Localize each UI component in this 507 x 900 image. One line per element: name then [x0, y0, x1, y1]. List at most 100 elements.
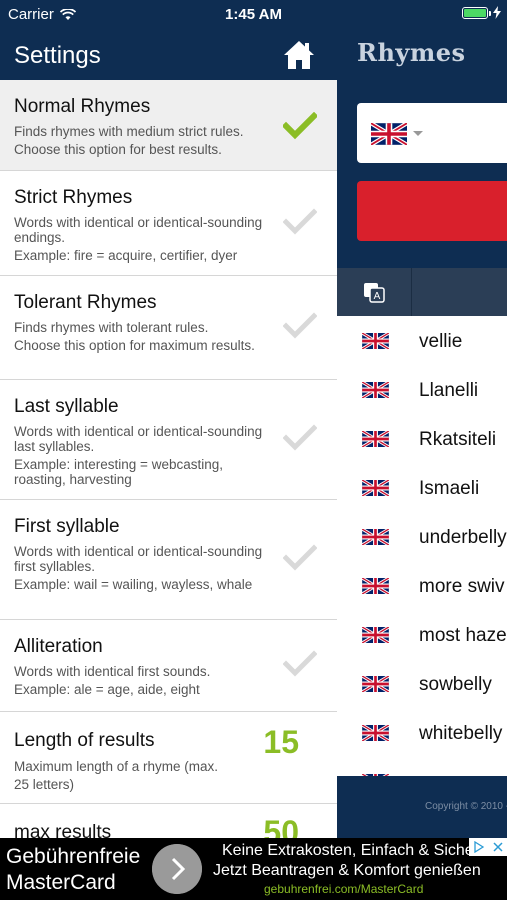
footer: Copyright © 2010 - [337, 776, 507, 838]
result-word: vellie [419, 331, 463, 352]
result-word: most haze [419, 625, 507, 646]
result-row[interactable] [337, 757, 507, 776]
option-extra-text: Example: interesting = webcasting, roast… [14, 457, 223, 487]
ad-text-1: Keine Extrakosten, Einfach & Sicher [222, 842, 480, 859]
rhyme-option-strict-rhymes[interactable]: Strict Rhymes Words with identical or ide… [0, 171, 337, 276]
charging-icon [493, 6, 501, 19]
uk-flag-icon [362, 333, 389, 349]
option-description: Finds rhymes with medium strict rules. Ch… [14, 124, 269, 157]
option-description: Words with identical or identical-soundi… [14, 544, 269, 592]
option-extra-text: Example: ale = age, aide, eight [14, 682, 200, 697]
rhyme-option-alliteration[interactable]: Alliteration Words with identical first s… [0, 620, 337, 712]
result-row[interactable]: whitebelly [337, 708, 507, 757]
option-extra-text: Choose this option for maximum results. [14, 338, 255, 353]
copyright-text: Copyright © 2010 - [425, 801, 507, 812]
settings-header: Settings [0, 28, 337, 80]
option-title: Strict Rhymes [14, 187, 133, 208]
option-extra-text: Choose this option for best results. [14, 142, 222, 157]
ad-text-2: Jetzt Beantragen & Komfort genießen [213, 862, 481, 879]
ad-close-icon[interactable] [492, 842, 503, 852]
checkmark-icon [283, 208, 317, 235]
result-word: Ismaeli [419, 478, 480, 499]
app-logo: Rhymes [357, 38, 466, 67]
battery-icon [462, 6, 491, 19]
results-tabbar: A [337, 268, 507, 316]
length-title: Length of results [14, 730, 155, 751]
result-word: underbelly [419, 527, 507, 548]
max-results-value[interactable]: 50 [263, 814, 299, 838]
option-title: Alliteration [14, 636, 103, 657]
rhyme-option-first-syllable[interactable]: First syllable Words with identical or id… [0, 500, 337, 620]
uk-flag-icon [362, 578, 389, 594]
option-extra-text: Example: fire = acquire, certifier, dyer [14, 248, 238, 263]
rhyme-option-tolerant-rhymes[interactable]: Tolerant Rhymes Finds rhymes with toleran… [0, 276, 337, 380]
option-title: First syllable [14, 516, 120, 537]
result-row[interactable]: Llanelli [337, 365, 507, 414]
result-row[interactable]: most haze [337, 610, 507, 659]
length-description: Maximum length of a rhyme (max. 25 lette… [14, 759, 219, 792]
uk-flag-icon [362, 382, 389, 398]
option-desc-text: Words with identical or identical-soundi… [14, 424, 263, 454]
ad-url[interactable]: gebuhrenfrei.com/MasterCard [264, 882, 423, 896]
result-word: sowbelly [419, 674, 492, 695]
option-desc-text: Finds rhymes with tolerant rules. [14, 320, 209, 335]
checkmark-icon [283, 312, 317, 339]
length-of-results-row[interactable]: Length of results Maximum length of a rh… [0, 712, 337, 804]
option-title: Normal Rhymes [14, 96, 151, 117]
result-row[interactable]: more swiv [337, 561, 507, 610]
max-results-title: max results [14, 822, 112, 838]
rhyme-option-last-syllable[interactable]: Last syllable Words with identical or ide… [0, 380, 337, 500]
app-screen: Carrier 1:45 AM Rhymes A vellie Llanelli… [0, 0, 507, 900]
result-word: whitebelly [419, 723, 503, 744]
uk-flag-icon [362, 676, 389, 692]
result-word: Rkatsiteli [419, 429, 497, 450]
rhyme-option-normal-rhymes[interactable]: Normal Rhymes Finds rhymes with medium st… [0, 80, 337, 171]
option-description: Words with identical or identical-soundi… [14, 424, 269, 487]
translate-icon[interactable]: A [363, 281, 385, 303]
max-results-row[interactable]: max results 50 [0, 804, 337, 838]
search-button[interactable] [357, 181, 507, 241]
option-title: Tolerant Rhymes [14, 292, 157, 313]
option-description: Words with identical first sounds. Exampl… [14, 664, 269, 697]
option-desc-text: Words with identical first sounds. [14, 664, 211, 679]
option-desc-text: Finds rhymes with medium strict rules. [14, 124, 244, 139]
uk-flag-icon [362, 529, 389, 545]
ad-banner[interactable]: Gebührenfreie MasterCard Keine Extrakost… [0, 838, 507, 900]
checkmark-icon [283, 650, 317, 677]
result-row[interactable]: sowbelly [337, 659, 507, 708]
uk-flag-icon [362, 480, 389, 496]
result-row[interactable]: underbelly [337, 512, 507, 561]
uk-flag-icon [362, 431, 389, 447]
option-description: Words with identical or identical-soundi… [14, 215, 269, 263]
status-time: 1:45 AM [225, 6, 282, 23]
result-word: more swiv [419, 576, 505, 597]
result-row[interactable]: Rkatsiteli [337, 414, 507, 463]
chevron-right-icon[interactable] [152, 844, 202, 894]
ad-choices-icon[interactable] [469, 838, 507, 856]
option-title: Last syllable [14, 396, 119, 417]
option-description: Finds rhymes with tolerant rules. Choose … [14, 320, 269, 353]
ad-headline-2: MasterCard [6, 871, 116, 894]
result-word: Llanelli [419, 380, 479, 401]
status-right [462, 6, 501, 19]
option-desc-text: Words with identical or identical-soundi… [14, 215, 263, 245]
language-selector[interactable] [357, 103, 507, 163]
result-row[interactable]: Ismaeli [337, 463, 507, 512]
option-desc-text: Words with identical or identical-soundi… [14, 544, 263, 574]
checkmark-icon [283, 112, 317, 140]
ad-info-icon[interactable] [473, 841, 484, 853]
uk-flag-icon [362, 627, 389, 643]
result-row[interactable]: vellie [337, 316, 507, 365]
settings-title: Settings [14, 42, 101, 69]
settings-drawer: Settings Normal Rhymes Finds rhymes with … [0, 0, 337, 838]
home-icon[interactable] [283, 40, 315, 70]
results-list: vellie Llanelli Rkatsiteli Ismaeli underbell… [337, 316, 507, 776]
checkmark-icon [283, 544, 317, 571]
svg-text:A: A [374, 291, 381, 302]
uk-flag-icon [362, 725, 389, 741]
status-bar: Carrier 1:45 AM [0, 0, 507, 28]
checkmark-icon [283, 424, 317, 451]
uk-flag-icon [371, 123, 407, 145]
chevron-down-icon [413, 131, 423, 136]
length-value[interactable]: 15 [263, 724, 299, 761]
